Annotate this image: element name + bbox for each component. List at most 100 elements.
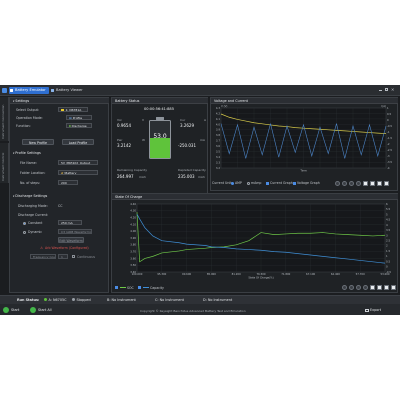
soc-reset-view-icon[interactable] (391, 285, 396, 290)
cur-unit: A (204, 118, 207, 122)
soc-zoom-out-icon[interactable] (349, 285, 354, 290)
dynamic-field[interactable]: C3 (ARB Waveform) (58, 229, 92, 234)
operation-mode-dropdown[interactable]: ▤ Profile (66, 115, 92, 120)
soc-y-tick-label: 4.20 (130, 216, 136, 220)
soc-x-tick-label: 90.600 (182, 272, 191, 276)
state-of-charge-chart[interactable]: 4.404.304.204.104.003.903.803.703.603.50… (112, 200, 398, 284)
vc-y2-tick-label: -2 (387, 142, 390, 146)
export-icon[interactable] (365, 308, 369, 312)
settings-panel: ▾ Settings Select Output: 1: N6781A Oper… (9, 97, 109, 293)
autoscale-icon[interactable] (363, 180, 368, 186)
battery-icon: 53.0 (149, 117, 171, 159)
capacity-legend-checkbox[interactable] (138, 286, 141, 289)
status-dot-icon (44, 298, 47, 301)
vc-y2-tick-label: 1 (387, 106, 389, 110)
reset-view-icon[interactable] (384, 180, 389, 186)
minimize-icon[interactable] (379, 89, 382, 91)
pan-icon[interactable] (349, 180, 354, 186)
sidebar-item-instrument-connection[interactable]: Instrument Connection (0, 97, 9, 141)
vc-y-tick-label: 3.8 (216, 133, 220, 137)
soc-cursor-icon[interactable] (363, 285, 368, 290)
start-all-button[interactable]: Start All (38, 308, 52, 312)
settings-title: ▾ Settings (10, 98, 109, 104)
close-icon[interactable]: ✕ (391, 87, 394, 92)
remaining-capacity-unit: mAh (139, 175, 146, 179)
zoom-out-icon[interactable] (342, 180, 347, 186)
fit-y-icon[interactable] (377, 180, 382, 186)
soc-zoom-in-icon[interactable] (342, 285, 347, 290)
soc-fit-x-icon[interactable] (377, 285, 382, 290)
continuous-label: Continuous (77, 255, 96, 259)
continuous-checkbox[interactable] (72, 255, 75, 258)
soc-x-axis-label: State Of Charge(%) (248, 276, 273, 280)
new-profile-button[interactable]: New Profile (22, 139, 54, 145)
tab-battery-emulator-label: Battery Emulator (15, 87, 46, 92)
output-color-swatch (61, 108, 64, 111)
status-item-a-state: Stopped (72, 298, 91, 302)
soc-x-tick-label: 67.100 (306, 272, 315, 276)
soc-autoscale-icon[interactable] (370, 285, 375, 290)
load-profile-button[interactable]: Load Profile (62, 139, 94, 145)
remaining-capacity-label: Remaining Capacity (117, 168, 147, 172)
voltage-current-chart[interactable]: 4.34.2 4.14.0 3.93.8 3.73.6 3.53.43.3 3.2 1 0.5… (211, 104, 398, 178)
select-output-dropdown[interactable]: 1: N6781A (58, 107, 88, 112)
sidebar-item-instrument-control[interactable]: Instrument Control (0, 143, 9, 183)
function-dropdown[interactable]: ▮ Discharge (66, 123, 92, 128)
soc-x-tick-label: 53.000 (380, 272, 389, 276)
soc-pan-icon[interactable] (356, 285, 361, 290)
frequency-count-field[interactable]: 1 (58, 254, 68, 259)
tab-battery-emulator[interactable]: Battery Emulator (9, 86, 49, 94)
waveform-configured-text: Arb Waveform (Configured) (45, 246, 89, 250)
vc-y-tick-label: 3.2 (216, 166, 220, 170)
vc-y2-tick-label: -3.5 (387, 160, 392, 164)
start-button[interactable]: Start (11, 308, 19, 312)
discharge-settings-title: ▾ Discharge Settings (13, 194, 48, 198)
zoom-in-icon[interactable] (335, 180, 340, 186)
constant-radio[interactable] (23, 222, 26, 225)
fit-x-icon[interactable] (370, 180, 375, 186)
depleted-capacity-unit: mAh (198, 175, 205, 179)
constant-current-field[interactable]: 250 mA (58, 220, 82, 225)
current-graph-checkbox[interactable] (266, 181, 269, 185)
vc-y2-tick-label: -1 (387, 130, 390, 134)
vc-y2-tick-label: 0.5 (387, 112, 391, 116)
vc-y-tick-label: 4.2 (216, 111, 220, 115)
export-button[interactable]: Export (370, 308, 381, 312)
voltage-graph-label: Voltage Graph (297, 181, 320, 185)
cursor-icon[interactable] (356, 180, 361, 186)
vc-y-tick-label: 3.6 (216, 144, 220, 148)
soc-y-tick-label: 3.50 (130, 263, 136, 267)
file-name-field[interactable]: 5V_PRE4XX_Output (58, 160, 98, 165)
soc-y-tick-label: 3.80 (130, 243, 136, 247)
vc-y2-tick-label: -3 (387, 154, 390, 158)
soc-y2-tick-label: 6 (386, 202, 388, 206)
remaining-capacity-value: 264.997 (117, 174, 134, 179)
tab-battery-viewer[interactable]: Battery Viewer (50, 87, 86, 94)
soc-legend-checkbox[interactable] (115, 286, 118, 289)
vc-y-tick-label: 3.9 (216, 128, 220, 132)
soc-x-tick-label: 57.700 (356, 272, 365, 276)
mamp-label: mAmp (251, 181, 262, 185)
sidebar-item-label: Instrument Connection (1, 104, 5, 139)
maximize-icon[interactable] (385, 88, 388, 91)
tab-battery-viewer-label: Battery Viewer (56, 87, 83, 92)
battery-emulator-app: Battery Emulator Battery Viewer ✕ Instru… (0, 85, 400, 315)
vc-y-tick-label: 4.0 (216, 122, 220, 126)
vc-y-axis-label: V (V) (221, 104, 227, 108)
edit-waveform-button[interactable]: Edit Waveform (58, 237, 84, 243)
mamp-radio[interactable] (247, 181, 250, 185)
dynamic-radio[interactable] (23, 231, 26, 234)
status-bar: Run Status: A: N6705C Stopped B: No Inst… (0, 295, 400, 315)
folder-location-field[interactable]: ▰ \Battery (58, 170, 98, 175)
start-all-button-icon[interactable] (30, 307, 36, 313)
soc-x-tick-label: 100.000 (132, 272, 143, 276)
amp-label: AMP (235, 181, 242, 185)
no-of-steps-field[interactable]: 200 (58, 180, 78, 185)
soc-y-tick-label: 4.00 (130, 229, 136, 233)
vc-y-tick-label: 4.3 (216, 106, 220, 110)
status-item-d: D: No Instrument (203, 297, 233, 302)
soc-fit-y-icon[interactable] (384, 285, 389, 290)
voltage-graph-checkbox[interactable] (293, 181, 296, 185)
amp-radio[interactable] (231, 181, 234, 185)
start-button-icon[interactable] (3, 307, 9, 313)
